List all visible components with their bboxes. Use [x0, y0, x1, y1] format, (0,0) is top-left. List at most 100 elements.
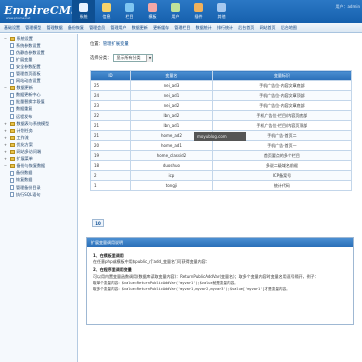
collapse-icon[interactable]: − — [3, 86, 8, 91]
expand-icon[interactable]: + — [3, 150, 8, 155]
sidebar-item[interactable]: 恢复数据 — [0, 177, 77, 184]
sidebar-folder[interactable]: + 扩展菜单 — [0, 156, 77, 163]
collapse-icon[interactable]: − — [3, 36, 8, 41]
top-nav-label: 插件 — [194, 14, 203, 19]
shortcut-link[interactable]: 更新缓存 — [153, 25, 169, 31]
top-nav-item[interactable]: 栏目 — [118, 0, 141, 23]
sidebar-item[interactable]: 数据重复 — [0, 106, 77, 113]
cell-var-name: icp — [130, 170, 213, 181]
shortcut-link[interactable]: 网站首页 — [260, 25, 276, 31]
sidebar-folder[interactable]: − 系统设置 — [0, 35, 77, 42]
top-nav-item[interactable]: 系统 — [72, 0, 95, 23]
table-row[interactable]: 23 nei_ad2 手机广告位-内容文章底部 — [90, 100, 353, 111]
top-nav-item[interactable]: 信息 — [95, 0, 118, 23]
breadcrumb: 位置：管理扩展变量 — [90, 41, 129, 47]
sidebar-folder[interactable]: − 备份与恢复数据 — [0, 163, 77, 170]
sidebar-item[interactable]: 伪静态参数设置 — [0, 49, 77, 56]
sidebar-item[interactable]: 扩展变量 — [0, 56, 77, 63]
table-row[interactable]: 24 nei_ad1 手机广告位-内容文章顶部 — [90, 90, 353, 101]
page-icon — [10, 99, 14, 105]
table-row[interactable]: 20 home_ad1 手机广告-首页一 — [90, 140, 353, 151]
folder-icon — [9, 36, 15, 41]
category-select[interactable]: 显示所有分类 ▼ — [113, 54, 154, 62]
top-nav-item[interactable]: 模板 — [141, 0, 164, 23]
sidebar-item-label: 扩展菜单 — [16, 156, 33, 162]
shortcut-link[interactable]: 备份恢复 — [68, 25, 84, 31]
cell-var-name: lbn_ad2 — [130, 110, 213, 121]
table-row[interactable]: 19 home_classid2 首页要点的多个栏目 — [90, 150, 353, 161]
shortcut-link[interactable]: 管理会员 — [89, 25, 105, 31]
cell-id: 21 — [90, 130, 131, 141]
shortcut-link[interactable]: 后台地图 — [281, 25, 297, 31]
shortcut-link[interactable]: 排行统计 — [217, 25, 233, 31]
table-row[interactable]: 2 icp ICP备案号 — [90, 170, 353, 181]
page-icon — [10, 50, 14, 56]
sidebar-item[interactable]: 网站动态设置 — [0, 78, 77, 85]
nav-icon — [79, 3, 88, 12]
table-row[interactable]: 1 tongji 统计代码 — [90, 180, 353, 191]
sidebar-item-label: 数据更新中心 — [16, 92, 41, 98]
chevron-down-icon: ▼ — [146, 54, 153, 62]
cell-var-name: nei_ad2 — [130, 100, 213, 111]
sidebar-item[interactable]: 系统参数设置 — [0, 42, 77, 49]
sidebar-item[interactable]: 批量替换字段值 — [0, 99, 77, 106]
shortcut-link[interactable]: 管理数据 — [47, 25, 63, 31]
sidebar-folder[interactable]: + 工作流 — [0, 134, 77, 141]
cell-var-label: 手机广告-首页一 — [211, 140, 353, 151]
cell-var-name: home_classid2 — [130, 150, 213, 161]
sidebar-item[interactable]: 备份数据 — [0, 170, 77, 177]
breadcrumb-link[interactable]: 管理扩展变量 — [103, 42, 129, 47]
shortcut-link[interactable]: 管理用户 — [110, 25, 126, 31]
sidebar-item[interactable]: 远程发布 — [0, 113, 77, 120]
cell-id: 1 — [90, 180, 131, 191]
table-row[interactable]: 18 duoshuo 多说二级域名前缀 — [90, 160, 353, 171]
expand-icon[interactable]: + — [3, 135, 8, 140]
page-icon — [10, 64, 14, 70]
expand-icon[interactable]: + — [3, 121, 8, 126]
help-title: 扩展变量调用说明 — [87, 238, 353, 247]
sidebar-item[interactable]: 执行SQL语句 — [0, 191, 77, 198]
user-info[interactable]: 用户：admin — [335, 4, 360, 10]
sidebar-item-label: 安全参数配置 — [16, 63, 41, 69]
top-nav-item[interactable]: 插件 — [187, 0, 210, 23]
shortcut-link[interactable]: 管理模型 — [25, 25, 41, 31]
cell-id: 21 — [90, 120, 131, 131]
top-nav-item[interactable]: 其他 — [210, 0, 233, 23]
sidebar-item[interactable]: 管理首页面板 — [0, 70, 77, 77]
top-nav-item[interactable]: 用户 — [164, 0, 187, 23]
sidebar-item[interactable]: 数据更新中心 — [0, 92, 77, 99]
cell-var-label: 手机广告位-栏目/内容页底部 — [211, 110, 353, 121]
sidebar-folder[interactable]: + 优化方案 — [0, 141, 77, 148]
collapse-icon[interactable]: − — [3, 164, 8, 169]
sidebar-item-label: 数据更新 — [16, 85, 33, 91]
page-icon — [10, 57, 14, 63]
page-icon — [10, 43, 14, 49]
sidebar-folder[interactable]: + 网站多访问端 — [0, 149, 77, 156]
expand-icon[interactable]: + — [3, 142, 8, 147]
sidebar-item[interactable]: 管理备份目录 — [0, 184, 77, 191]
main-content: 位置：管理扩展变量 选择分类： 显示所有分类 ▼ ID 变量名 变量标识 25 n… — [80, 34, 360, 362]
expand-icon[interactable]: + — [3, 128, 8, 133]
sidebar-item-label: 系统参数设置 — [16, 42, 41, 48]
shortcut-link[interactable]: 后台首页 — [238, 25, 254, 31]
cell-id: 20 — [90, 140, 131, 151]
top-nav-label: 信息 — [102, 14, 111, 19]
table-row[interactable]: 21 lbn_ad1 手机广告位-栏目/内容页顶部 — [90, 120, 353, 131]
shortcut-link[interactable]: 管理栏目 — [174, 25, 190, 31]
pagination-page[interactable]: 10 — [92, 219, 104, 227]
sidebar-item[interactable]: 安全参数配置 — [0, 63, 77, 70]
sidebar-folder[interactable]: + 数据表与系统模型 — [0, 120, 77, 127]
help-panel: 扩展变量调用说明 1、在模板里调用 在任意php或模板中用$public_r['… — [86, 237, 354, 325]
sidebar-folder[interactable]: − 数据更新 — [0, 85, 77, 92]
table-row[interactable]: 22 lbn_ad2 手机广告位-栏目/内容页底部 — [90, 110, 353, 121]
table-row[interactable]: 25 nei_ad3 手机广告位-内容文章底部 — [90, 80, 353, 91]
shortcut-link[interactable]: 基础设置 — [4, 25, 20, 31]
cell-id: 2 — [90, 170, 131, 181]
sidebar-item-label: 执行SQL语句 — [16, 191, 41, 197]
sidebar-folder[interactable]: + 计划任务 — [0, 127, 77, 134]
page-icon — [10, 106, 14, 112]
expand-icon[interactable]: + — [3, 157, 8, 162]
column-header-label: 变量标识 — [211, 70, 353, 81]
shortcut-link[interactable]: 数据更新 — [132, 25, 148, 31]
shortcut-link[interactable]: 数据统计 — [196, 25, 212, 31]
